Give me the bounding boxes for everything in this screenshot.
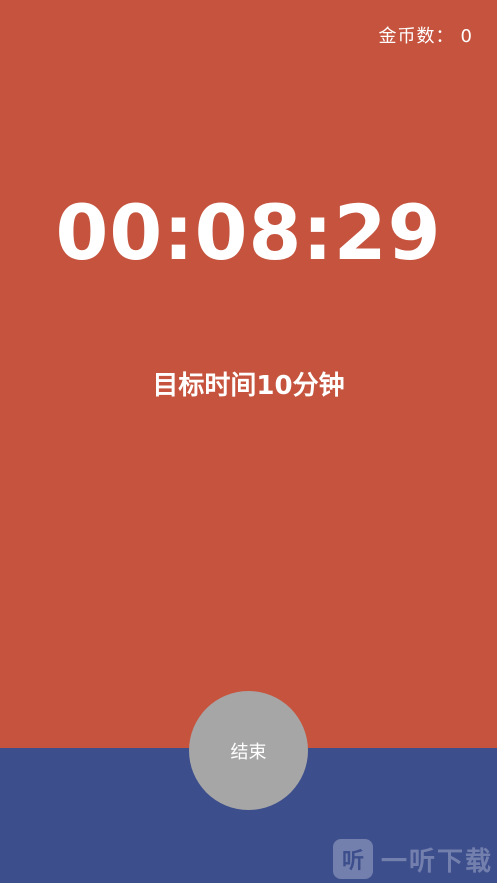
watermark-logo-icon: 听 bbox=[332, 839, 373, 879]
timer-screen: 金币数： 0 00:08:29 目标时间10分钟 结束 听 一听下载 bbox=[0, 0, 497, 883]
target-time-label: 目标时间10分钟 bbox=[152, 371, 345, 401]
elapsed-timer: 00:08:29 bbox=[55, 188, 442, 277]
watermark: 听 一听下载 bbox=[332, 839, 493, 879]
watermark-text: 一听下载 bbox=[380, 846, 493, 877]
end-button[interactable]: 结束 bbox=[189, 691, 308, 810]
coin-counter-value: 0 bbox=[460, 26, 473, 47]
coin-counter: 金币数： 0 bbox=[379, 26, 473, 48]
end-button-label: 结束 bbox=[230, 741, 267, 763]
coin-counter-label: 金币数： bbox=[378, 26, 455, 47]
